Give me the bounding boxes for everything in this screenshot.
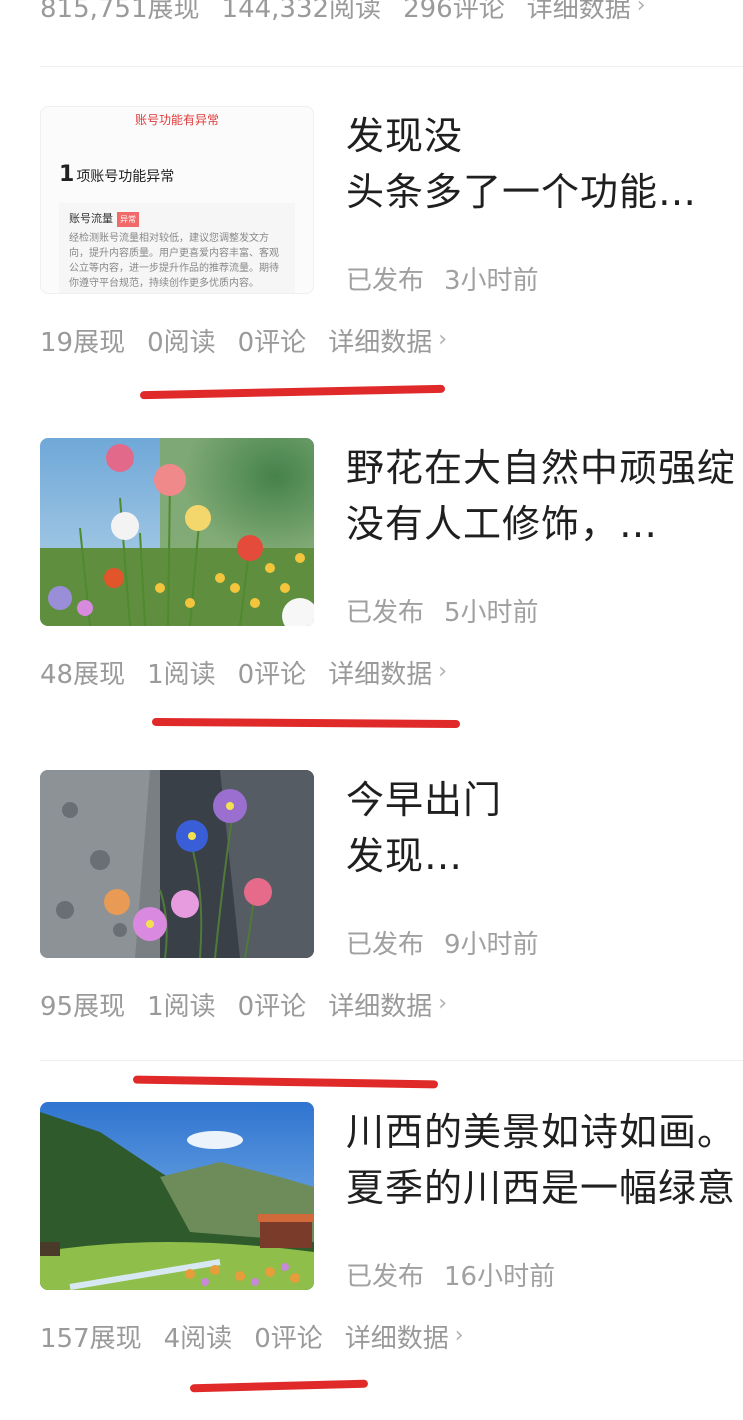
article-meta: 已发布 3小时前 <box>346 260 559 297</box>
top-reads: 144,332阅读 <box>221 0 382 24</box>
detail-data-link[interactable]: 详细数据 › <box>328 654 447 691</box>
article-stats: 48展现 1阅读 0评论 详细数据 › <box>40 654 469 691</box>
article-thumbnail[interactable] <box>40 1102 314 1290</box>
status-label: 已发布 <box>346 598 425 628</box>
article-meta: 已发布 5小时前 <box>346 592 559 629</box>
article-title[interactable]: 野花在大自然中顽强绽 没有人工修饰，… <box>346 440 743 552</box>
reads-count: 4阅读 <box>163 1324 233 1354</box>
top-stats-row: 815,751展现 144,332阅读 296评论 详细数据 › <box>40 0 668 26</box>
top-detail-link[interactable]: 详细数据 › <box>527 0 646 25</box>
article-thumbnail[interactable]: 账号功能有异常 1 项账号功能异常 账号流量 异常 经检测账号流量相对较低，建议您调… <box>40 106 314 294</box>
article-thumbnail[interactable] <box>40 770 314 958</box>
time-label: 16小时前 <box>444 1262 556 1292</box>
article-title[interactable]: 今早出门 发现… <box>346 772 743 884</box>
chevron-right-icon: › <box>438 327 448 352</box>
comments-count: 0评论 <box>254 1324 323 1354</box>
article-stats: 95展现 1阅读 0评论 详细数据 › <box>40 986 469 1023</box>
mountain-valley-image <box>40 1102 314 1290</box>
rock-flowers-image <box>40 770 314 958</box>
article-meta: 已发布 16小时前 <box>346 1256 575 1293</box>
chevron-right-icon: › <box>454 1323 464 1348</box>
red-annotation-underline <box>189 1379 369 1393</box>
top-comments: 296评论 <box>403 0 505 24</box>
article-meta: 已发布 9小时前 <box>346 924 559 961</box>
wildflowers-image <box>40 438 314 626</box>
divider <box>40 1060 743 1061</box>
chevron-right-icon: › <box>636 0 646 18</box>
time-label: 5小时前 <box>444 598 539 628</box>
chevron-right-icon: › <box>438 991 448 1016</box>
status-label: 已发布 <box>346 266 425 296</box>
status-label: 已发布 <box>346 1262 425 1292</box>
reads-count: 0阅读 <box>147 328 216 358</box>
detail-data-link[interactable]: 详细数据 › <box>328 986 447 1023</box>
divider <box>40 66 743 67</box>
red-annotation-underline <box>139 384 446 400</box>
time-label: 3小时前 <box>444 266 539 296</box>
red-annotation-underline <box>151 717 461 729</box>
impressions-count: 95展现 <box>40 992 126 1022</box>
doc-sub: 账号流量 异常 <box>69 211 285 227</box>
time-label: 9小时前 <box>444 930 539 960</box>
red-annotation-underline <box>132 1075 439 1089</box>
doc-count: 1 项账号功能异常 <box>59 162 175 187</box>
doc-box: 账号流量 异常 经检测账号流量相对较低，建议您调整发文方向，提升内容质量。用户更喜… <box>59 203 295 293</box>
doc-header: 账号功能有异常 <box>134 113 219 127</box>
status-label: 已发布 <box>346 930 425 960</box>
comments-count: 0评论 <box>237 992 307 1022</box>
article-title[interactable]: 川西的美景如诗如画。 夏季的川西是一幅绿意 <box>346 1104 743 1216</box>
chevron-right-icon: › <box>438 659 448 684</box>
reads-count: 1阅读 <box>147 992 216 1022</box>
top-detail-label: 详细数据 <box>526 0 631 24</box>
top-impressions: 815,751展现 <box>40 0 200 24</box>
impressions-count: 48展现 <box>40 660 126 690</box>
article-stats: 157展现 4阅读 0评论 详细数据 › <box>40 1318 486 1355</box>
doc-body: 经检测账号流量相对较低，建议您调整发文方向，提升内容质量。用户更喜爱内容丰富、客… <box>69 233 279 289</box>
article-title[interactable]: 发现没 头条多了一个功能… <box>346 108 743 220</box>
impressions-count: 19展现 <box>40 328 126 358</box>
detail-data-link[interactable]: 详细数据 › <box>345 1318 464 1355</box>
comments-count: 0评论 <box>237 660 307 690</box>
reads-count: 1阅读 <box>147 660 216 690</box>
article-thumbnail[interactable] <box>40 438 314 626</box>
impressions-count: 157展现 <box>40 1324 142 1354</box>
article-stats: 19展现 0阅读 0评论 详细数据 › <box>40 322 469 359</box>
comments-count: 0评论 <box>237 328 307 358</box>
detail-data-link[interactable]: 详细数据 › <box>328 322 447 359</box>
